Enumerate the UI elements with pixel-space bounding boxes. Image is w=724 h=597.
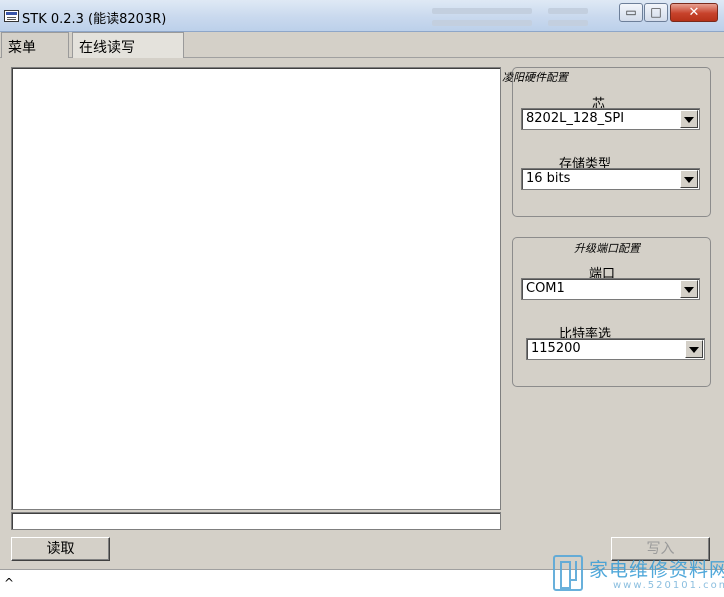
maximize-icon: □: [650, 5, 662, 19]
tab-strip: 菜单 在线读写: [0, 32, 724, 58]
watermark-logo-icon: [553, 555, 583, 591]
blurred-title-region: [432, 8, 532, 14]
title-bar[interactable]: STK 0.2.3 (能读8203R) ▭ □ ✕: [0, 0, 724, 32]
minimize-button[interactable]: ▭: [619, 3, 643, 22]
read-button[interactable]: 读取: [11, 537, 110, 561]
watermark-text: 家电维修资料网: [589, 559, 724, 581]
blurred-title-region: [548, 8, 588, 14]
window-title: STK 0.2.3 (能读8203R): [22, 12, 167, 27]
tab-label: 菜单: [8, 40, 36, 56]
watermark: 家电维修资料网 www.520101.com: [553, 555, 724, 595]
read-button-label: 读取: [46, 541, 75, 557]
port-config-label: 升级端口配置: [574, 242, 640, 255]
blurred-title-region: [548, 20, 588, 26]
blurred-title-region: [432, 20, 532, 26]
progress-bar: [11, 512, 501, 530]
hardware-config-label: 凌阳硬件配置: [502, 71, 568, 84]
chip-select[interactable]: 8202L_128_SPI: [521, 108, 700, 130]
chevron-down-icon[interactable]: [680, 170, 698, 188]
close-button[interactable]: ✕: [670, 3, 718, 22]
hardware-config-group: [512, 67, 711, 217]
minimize-icon: ▭: [625, 5, 637, 19]
port-config-group: [512, 237, 711, 387]
tab-menu[interactable]: 菜单: [1, 32, 69, 58]
chip-select-value: 8202L_128_SPI: [526, 111, 625, 126]
chevron-down-icon[interactable]: [680, 280, 698, 298]
baud-rate-select[interactable]: 115200: [526, 338, 705, 360]
port-select-value: COM1: [526, 281, 565, 296]
log-output-area[interactable]: [11, 67, 501, 510]
app-icon: [4, 10, 19, 22]
tab-online-read-write[interactable]: 在线读写: [72, 32, 184, 58]
port-select[interactable]: COM1: [521, 278, 700, 300]
tab-label: 在线读写: [79, 40, 135, 56]
maximize-button[interactable]: □: [644, 3, 668, 22]
status-text: ^: [4, 576, 15, 590]
window-controls: ▭ □ ✕: [619, 3, 719, 22]
chevron-down-icon[interactable]: [685, 340, 703, 358]
baud-rate-value: 115200: [531, 341, 581, 356]
storage-type-select[interactable]: 16 bits: [521, 168, 700, 190]
storage-type-value: 16 bits: [526, 171, 571, 186]
close-icon: ✕: [688, 5, 700, 20]
chevron-down-icon[interactable]: [680, 110, 698, 128]
watermark-url: www.520101.com: [613, 580, 724, 591]
